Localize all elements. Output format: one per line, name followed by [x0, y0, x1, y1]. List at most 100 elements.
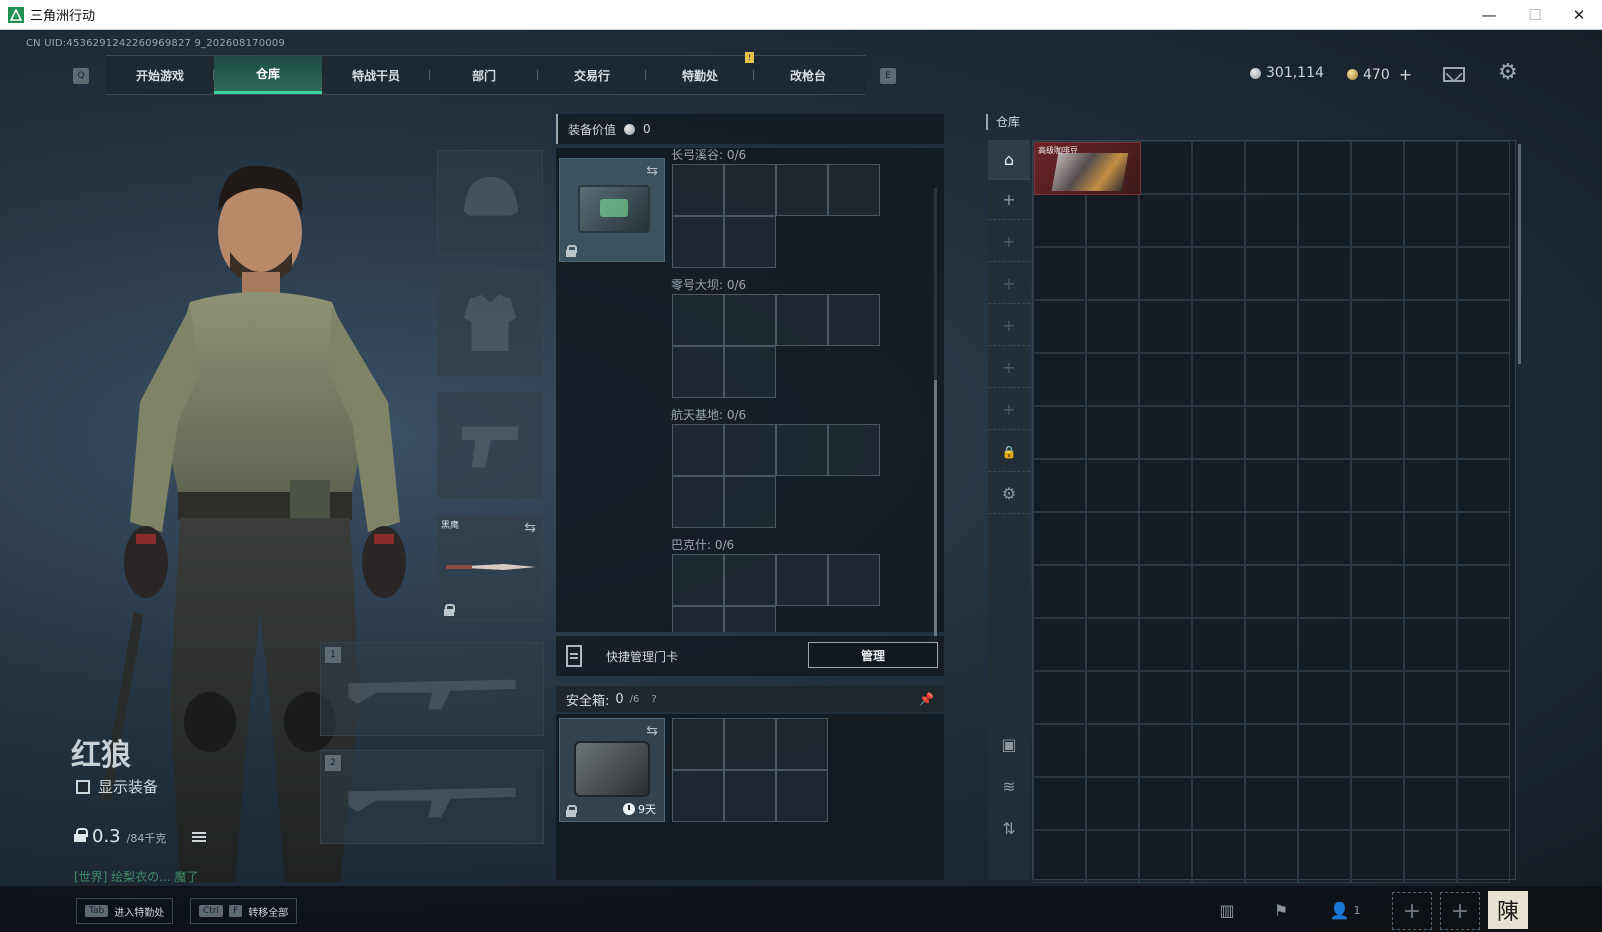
warehouse-cell[interactable]	[1298, 406, 1351, 459]
warehouse-cell[interactable]	[1139, 406, 1192, 459]
warehouse-cell[interactable]	[1033, 194, 1086, 247]
tab-warehouse[interactable]: 仓库	[214, 56, 322, 94]
warehouse-cell[interactable]	[1033, 247, 1086, 300]
warehouse-cell[interactable]	[1245, 618, 1298, 671]
tab-start-game[interactable]: 开始游戏	[106, 56, 214, 94]
add-page-button[interactable]: +	[988, 348, 1030, 388]
warehouse-cell[interactable]	[1457, 459, 1510, 512]
warehouse-cell[interactable]	[1139, 671, 1192, 724]
tab-market[interactable]: 交易行	[538, 56, 646, 94]
swap-icon[interactable]: ⇆	[646, 723, 658, 739]
warehouse-cell[interactable]	[1457, 512, 1510, 565]
warehouse-cell[interactable]	[1245, 777, 1298, 830]
warehouse-cell[interactable]	[1086, 459, 1139, 512]
warehouse-cell[interactable]	[1351, 777, 1404, 830]
invite-slot-button[interactable]: +	[1440, 892, 1480, 930]
manage-button[interactable]: 管理	[808, 642, 938, 668]
settings-icon[interactable]: ⚙	[988, 474, 1030, 514]
primary-weapon-slot-2[interactable]: 2	[320, 750, 544, 844]
warehouse-cell[interactable]	[1404, 618, 1457, 671]
warehouse-cell[interactable]	[1245, 459, 1298, 512]
map-key-grid[interactable]	[672, 294, 882, 400]
warehouse-cell[interactable]	[1086, 724, 1139, 777]
warehouse-cell[interactable]	[1139, 565, 1192, 618]
warehouse-cell[interactable]	[1245, 141, 1298, 194]
stats-icon[interactable]: ▥	[1214, 900, 1240, 920]
pistol-slot[interactable]	[437, 392, 543, 498]
minimize-button[interactable]: —	[1466, 0, 1512, 30]
warehouse-cell[interactable]	[1033, 512, 1086, 565]
warehouse-cell[interactable]	[1245, 194, 1298, 247]
add-page-button[interactable]: +	[988, 390, 1030, 430]
warehouse-cell[interactable]	[1404, 565, 1457, 618]
warehouse-cell[interactable]	[1033, 777, 1086, 830]
warehouse-cell[interactable]	[1351, 353, 1404, 406]
warehouse-cell[interactable]	[1086, 406, 1139, 459]
warehouse-cell[interactable]	[1298, 777, 1351, 830]
close-button[interactable]: ✕	[1556, 0, 1602, 30]
maximize-button[interactable]: ☐	[1512, 0, 1558, 30]
warehouse-cell[interactable]	[1033, 406, 1086, 459]
warehouse-cell[interactable]	[1192, 777, 1245, 830]
warehouse-cell[interactable]	[1298, 830, 1351, 883]
list-icon[interactable]	[192, 832, 207, 842]
warehouse-cell[interactable]	[1192, 300, 1245, 353]
warehouse-cell[interactable]	[1457, 247, 1510, 300]
warehouse-scrollbar[interactable]	[1518, 144, 1521, 364]
warehouse-cell[interactable]	[1245, 406, 1298, 459]
warehouse-cell[interactable]	[1033, 565, 1086, 618]
enter-special-ops-hint[interactable]: Tab 进入特勤处	[76, 898, 174, 924]
warehouse-cell[interactable]	[1086, 830, 1139, 883]
add-page-button[interactable]: +	[988, 180, 1030, 220]
warehouse-cell[interactable]	[1192, 671, 1245, 724]
transfer-all-hint[interactable]: Ctrl F 转移全部	[190, 898, 298, 924]
safe-box-grid[interactable]	[672, 718, 832, 826]
warehouse-cell[interactable]	[1245, 565, 1298, 618]
warehouse-cell[interactable]	[1404, 671, 1457, 724]
warehouse-cell[interactable]	[1298, 565, 1351, 618]
map-key-grid[interactable]	[672, 164, 882, 270]
warehouse-cell[interactable]	[1139, 830, 1192, 883]
warehouse-cell[interactable]	[1139, 353, 1192, 406]
warehouse-cell[interactable]	[1139, 777, 1192, 830]
warehouse-cell[interactable]	[1351, 141, 1404, 194]
warehouse-cell[interactable]	[1298, 247, 1351, 300]
warehouse-item[interactable]: 高级咖啡豆	[1034, 142, 1141, 195]
warehouse-cell[interactable]	[1457, 141, 1510, 194]
warehouse-cell[interactable]	[1457, 194, 1510, 247]
warehouse-cell[interactable]	[1298, 671, 1351, 724]
swap-icon[interactable]: ⇆	[646, 163, 658, 179]
warehouse-cell[interactable]	[1139, 724, 1192, 777]
warehouse-cell[interactable]	[1404, 300, 1457, 353]
warehouse-cell[interactable]	[1086, 565, 1139, 618]
nav-next-key[interactable]: E	[880, 68, 896, 84]
warehouse-cell[interactable]	[1457, 830, 1510, 883]
warehouse-cell[interactable]	[1139, 512, 1192, 565]
warehouse-cell[interactable]	[1192, 618, 1245, 671]
warehouse-cell[interactable]	[1139, 618, 1192, 671]
warehouse-cell[interactable]	[1245, 512, 1298, 565]
warehouse-cell[interactable]	[1457, 724, 1510, 777]
world-chat-line[interactable]: [世界] 绘梨衣の... 魔了	[74, 868, 198, 885]
warehouse-cell[interactable]	[1245, 353, 1298, 406]
flag-icon[interactable]: ⚑	[1268, 900, 1294, 920]
warehouse-cell[interactable]	[1298, 353, 1351, 406]
warehouse-cell[interactable]	[1192, 459, 1245, 512]
display-icon[interactable]: ▣	[988, 724, 1030, 764]
warehouse-cell[interactable]	[1351, 512, 1404, 565]
tab-operators[interactable]: 特战干员	[322, 56, 430, 94]
nav-prev-key[interactable]: Q	[73, 68, 89, 84]
show-equipment-toggle[interactable]: 显示装备	[76, 776, 158, 797]
warehouse-grid[interactable]	[1032, 140, 1516, 883]
warehouse-cell[interactable]	[1351, 300, 1404, 353]
warehouse-cell[interactable]	[1298, 194, 1351, 247]
warehouse-cell[interactable]	[1404, 353, 1457, 406]
warehouse-cell[interactable]	[1457, 565, 1510, 618]
warehouse-cell[interactable]	[1404, 141, 1457, 194]
add-page-button[interactable]: +	[988, 306, 1030, 346]
warehouse-cell[interactable]	[1298, 618, 1351, 671]
warehouse-cell[interactable]	[1086, 300, 1139, 353]
tab-special-ops[interactable]: 特勤处	[646, 56, 754, 94]
warehouse-cell[interactable]	[1298, 141, 1351, 194]
warehouse-cell[interactable]	[1298, 300, 1351, 353]
